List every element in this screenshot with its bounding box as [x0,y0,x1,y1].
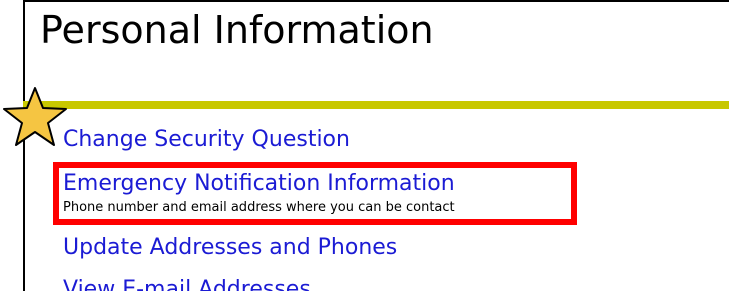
star-icon [3,87,67,146]
personal-information-page: Personal Information Change Security Que… [0,0,729,291]
page-title: Personal Information [40,8,434,52]
update-addresses-phones-link[interactable]: Update Addresses and Phones [63,237,397,259]
emergency-notification-link[interactable]: Emergency Notification Information [63,173,455,195]
change-security-question-link[interactable]: Change Security Question [63,129,350,151]
view-email-addresses-link[interactable]: View E-mail Addresses [63,279,311,291]
emergency-notification-description: Phone number and email address where you… [63,200,455,215]
section-divider-bar [23,101,729,109]
top-border [23,0,729,2]
